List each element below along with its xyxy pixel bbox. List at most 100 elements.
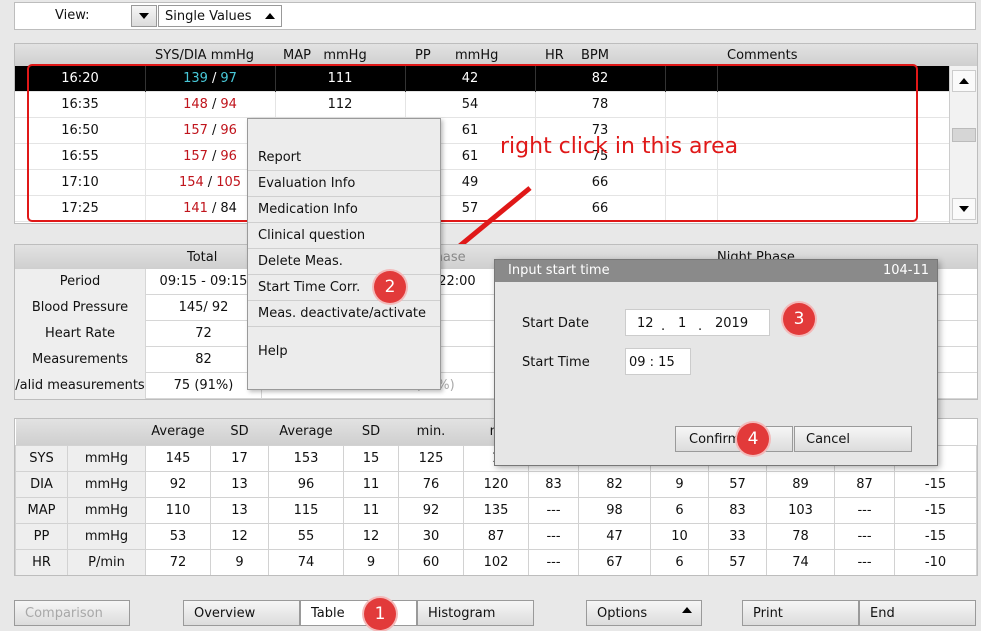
- stats-cell: 60: [398, 548, 464, 575]
- stats-row: PP mmHg 53 12 55 12 30 87 --- 47 10 33 78 --- -15: [15, 522, 977, 550]
- step-marker-3: 3: [783, 303, 815, 335]
- stats-cell: 83: [708, 496, 767, 524]
- cancel-button[interactable]: Cancel: [794, 426, 912, 452]
- stats-cell: 53: [145, 522, 211, 550]
- stats-cell: 87: [463, 522, 529, 550]
- stats-cell: 125: [398, 444, 464, 472]
- stats-cell: 57: [708, 548, 767, 575]
- stats-header-cell: min.: [398, 419, 464, 445]
- stats-cell: -15: [894, 496, 977, 524]
- summary-total: 75 (91%): [145, 373, 262, 399]
- comparison-button[interactable]: Comparison: [14, 600, 130, 626]
- stats-row-name: SYS: [15, 444, 68, 472]
- menu-item-clinical-question[interactable]: Clinical question: [248, 223, 440, 249]
- stats-header-cell: Average: [268, 419, 344, 445]
- stats-row-unit: P/min: [67, 548, 146, 575]
- chevron-down-icon: [139, 13, 149, 19]
- menu-item-help[interactable]: Help: [248, 339, 440, 365]
- view-select-value: Single Values: [165, 8, 252, 24]
- stats-cell: 11: [343, 470, 399, 498]
- dialog-titlebar[interactable]: Input start time 104-11: [495, 260, 937, 282]
- stats-cell: ---: [528, 548, 579, 575]
- arrow-up-icon: [959, 78, 969, 84]
- summary-row-label: Heart Rate: [15, 321, 145, 347]
- header-pp-unit: mmHg: [455, 48, 499, 63]
- chevron-up-icon: [682, 607, 692, 613]
- stats-cell: 74: [268, 548, 344, 575]
- options-label: Options: [597, 605, 648, 621]
- start-date-label: Start Date: [522, 316, 589, 331]
- time-value: 09 : 15: [629, 355, 675, 370]
- header-pp: PP: [415, 48, 431, 63]
- stats-header-cell: SD: [343, 419, 399, 445]
- step-marker-4: 4: [737, 423, 769, 455]
- histogram-button[interactable]: Histogram: [417, 600, 534, 626]
- options-button[interactable]: Options: [586, 600, 702, 626]
- date-year[interactable]: 2019: [715, 316, 748, 331]
- view-label: View:: [55, 8, 90, 23]
- stats-cell: 102: [463, 548, 529, 575]
- step-marker-1: 1: [364, 598, 396, 630]
- cancel-label: Cancel: [806, 431, 851, 447]
- stats-cell: ---: [834, 548, 895, 575]
- summary-total: 145/ 92: [145, 295, 262, 321]
- annotation-text: right click in this area: [500, 134, 739, 159]
- values-table-header: SYS/DIA mmHg MAP mmHg PP mmHg HR BPM Com…: [15, 44, 977, 66]
- menu-item-report[interactable]: Report: [248, 145, 440, 171]
- stats-row-name: PP: [15, 522, 68, 550]
- input-start-time-dialog: Input start time 104-11 Start Date 12 . …: [494, 259, 938, 466]
- stats-cell: 33: [708, 522, 767, 550]
- date-day[interactable]: 12: [637, 316, 654, 331]
- stats-row-unit: mmHg: [67, 444, 146, 472]
- step-marker-2: 2: [374, 271, 406, 303]
- stats-cell: ---: [834, 522, 895, 550]
- start-time-field[interactable]: 09 : 15: [625, 348, 691, 375]
- scroll-thumb[interactable]: [952, 128, 976, 142]
- stats-cell: 83: [528, 470, 579, 498]
- print-button[interactable]: Print: [742, 600, 859, 626]
- date-sep-1: .: [661, 319, 666, 334]
- summary-header-total: Total: [187, 250, 218, 265]
- summary-total: 82: [145, 347, 262, 373]
- stats-cell: 98: [578, 496, 651, 524]
- menu-item-evaluation-info[interactable]: Evaluation Info: [248, 171, 440, 197]
- stats-cell: 9: [343, 548, 399, 575]
- stats-header-cell: SD: [210, 419, 269, 445]
- scroll-up-button[interactable]: [952, 70, 976, 92]
- stats-cell: 78: [766, 522, 835, 550]
- menu-item-start-time-corr[interactable]: Start Time Corr.: [248, 275, 440, 301]
- summary-total: 72: [145, 321, 262, 347]
- scroll-down-button[interactable]: [952, 198, 976, 220]
- menu-item-medication-info[interactable]: Medication Info: [248, 197, 440, 223]
- table-button[interactable]: Table: [300, 600, 417, 626]
- stats-cell: -15: [894, 522, 977, 550]
- stats-cell: 10: [650, 522, 709, 550]
- stats-cell: 57: [708, 470, 767, 498]
- stats-row-name: HR: [15, 548, 68, 575]
- summary-row-label: Period: [15, 269, 145, 295]
- menu-item-delete-meas[interactable]: Delete Meas.: [248, 249, 440, 275]
- confirm-button[interactable]: Confirm: [675, 426, 793, 452]
- stats-row: MAP mmHg 110 13 115 11 92 135 --- 98 6 83 103 --- -15: [15, 496, 977, 524]
- date-month[interactable]: 1: [678, 316, 686, 331]
- end-button[interactable]: End: [859, 600, 976, 626]
- stats-row-unit: mmHg: [67, 496, 146, 524]
- view-select[interactable]: Single Values: [158, 5, 282, 27]
- menu-item-meas-deactivate-activate[interactable]: Meas. deactivate/activate: [248, 301, 440, 327]
- header-sysdia: SYS/DIA mmHg: [155, 48, 255, 63]
- summary-row-label: Blood Pressure: [15, 295, 145, 321]
- stats-row-name: MAP: [15, 496, 68, 524]
- overview-button[interactable]: Overview: [183, 600, 300, 626]
- stats-cell: 6: [650, 548, 709, 575]
- stats-cell: 96: [268, 470, 344, 498]
- header-hr: HR: [545, 48, 564, 63]
- stats-cell: 15: [343, 444, 399, 472]
- stats-cell: 13: [210, 496, 269, 524]
- view-dropdown-arrow-button[interactable]: [131, 5, 157, 27]
- start-date-field[interactable]: 12 . 1 . 2019: [625, 309, 770, 336]
- date-sep-2: .: [698, 319, 703, 334]
- summary-row-label: Measurements: [15, 347, 145, 373]
- stats-cell: 92: [145, 470, 211, 498]
- values-scrollbar[interactable]: [949, 66, 977, 223]
- summary-total: 09:15 - 09:15: [145, 269, 262, 295]
